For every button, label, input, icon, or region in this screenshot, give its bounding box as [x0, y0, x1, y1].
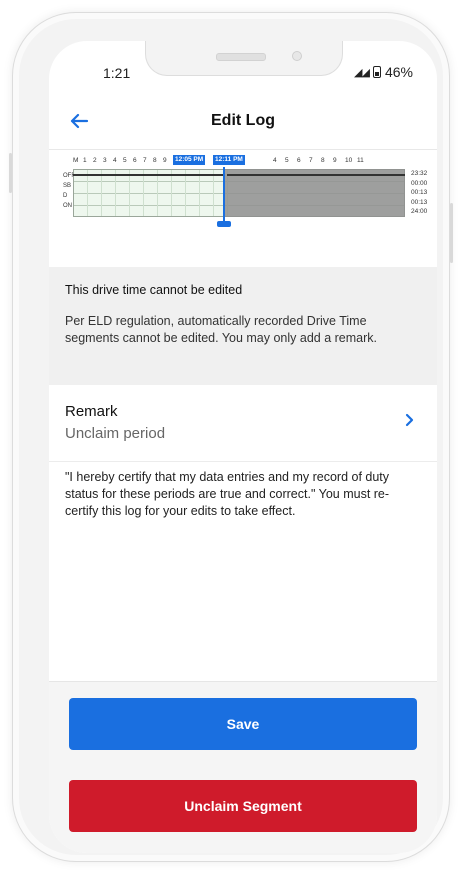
total-d: 00:13 [411, 189, 428, 196]
save-button[interactable]: Save [69, 698, 417, 750]
hour-label: 6 [297, 157, 301, 164]
phone-frame: 1:21 ◢◢ 46% Edit Log M 1 2 3 4 5 6 7 8 9… [9, 12, 453, 862]
hour-label: 5 [285, 157, 289, 164]
total-all: 24:00 [411, 208, 428, 215]
selection-line[interactable] [223, 167, 225, 221]
log-graph[interactable]: M 1 2 3 4 5 6 7 8 9 4 5 6 7 8 9 10 11 12… [49, 151, 437, 267]
camera [292, 51, 302, 61]
status-time: 1:21 [103, 65, 131, 81]
hour-label: M [73, 157, 79, 164]
hour-label: 1 [83, 157, 87, 164]
row-label-on: ON [63, 203, 72, 209]
remark-row[interactable]: Remark Unclaim period [49, 385, 437, 462]
hour-label: 6 [133, 157, 137, 164]
signal-icon: ◢◢ [354, 66, 370, 79]
battery-icon [372, 66, 381, 78]
power-button [450, 203, 453, 263]
unclaim-segment-button[interactable]: Unclaim Segment [69, 780, 417, 832]
duty-line [73, 174, 223, 176]
hour-label: 9 [163, 157, 167, 164]
future-shade [225, 169, 405, 217]
row-label-sb: SB [63, 183, 72, 189]
hour-label: 8 [321, 157, 325, 164]
hour-label: 9 [333, 157, 337, 164]
hour-label: 4 [113, 157, 117, 164]
app-header: Edit Log [49, 97, 437, 150]
page-title: Edit Log [211, 112, 275, 129]
total-sb: 00:00 [411, 179, 428, 187]
total-on: 00:13 [411, 198, 428, 206]
notice-panel: This drive time cannot be edited Per ELD… [49, 267, 437, 385]
hour-label: 11 [357, 157, 364, 164]
duty-totals: 23:32 00:00 00:13 00:13 24:00 [411, 169, 427, 217]
notice-title: This drive time cannot be edited [65, 283, 243, 297]
volume-button [9, 153, 12, 193]
hour-label: 4 [273, 157, 277, 164]
hour-label: 10 [345, 157, 353, 164]
remark-value: Unclaim period [65, 425, 166, 442]
hour-label: 7 [309, 157, 313, 164]
start-time-tag: 12:05 PM [173, 155, 206, 165]
hour-label: 2 [93, 157, 97, 164]
selection-handle[interactable] [217, 221, 231, 227]
remark-label: Remark [65, 403, 118, 420]
status-icons: ◢◢ 46% [354, 64, 413, 80]
end-time-tag: 12:11 PM [213, 155, 245, 165]
chevron-right-icon [405, 413, 415, 432]
hour-label: 5 [123, 157, 127, 164]
hour-label: 7 [143, 157, 147, 164]
notice-body: Per ELD regulation, automatically record… [65, 314, 377, 345]
total-off: 23:32 [411, 170, 428, 177]
notch [145, 41, 343, 76]
screen: 1:21 ◢◢ 46% Edit Log M 1 2 3 4 5 6 7 8 9… [49, 41, 437, 853]
action-footer: Save Unclaim Segment [49, 681, 437, 853]
certify-text: "I hereby certify that my data entries a… [65, 470, 390, 518]
battery-percent: 46% [384, 64, 413, 80]
hour-label: 3 [103, 157, 107, 164]
speaker [216, 53, 266, 61]
duty-line [227, 174, 405, 176]
hour-label: 8 [153, 157, 157, 164]
row-label-d: D [63, 193, 68, 199]
